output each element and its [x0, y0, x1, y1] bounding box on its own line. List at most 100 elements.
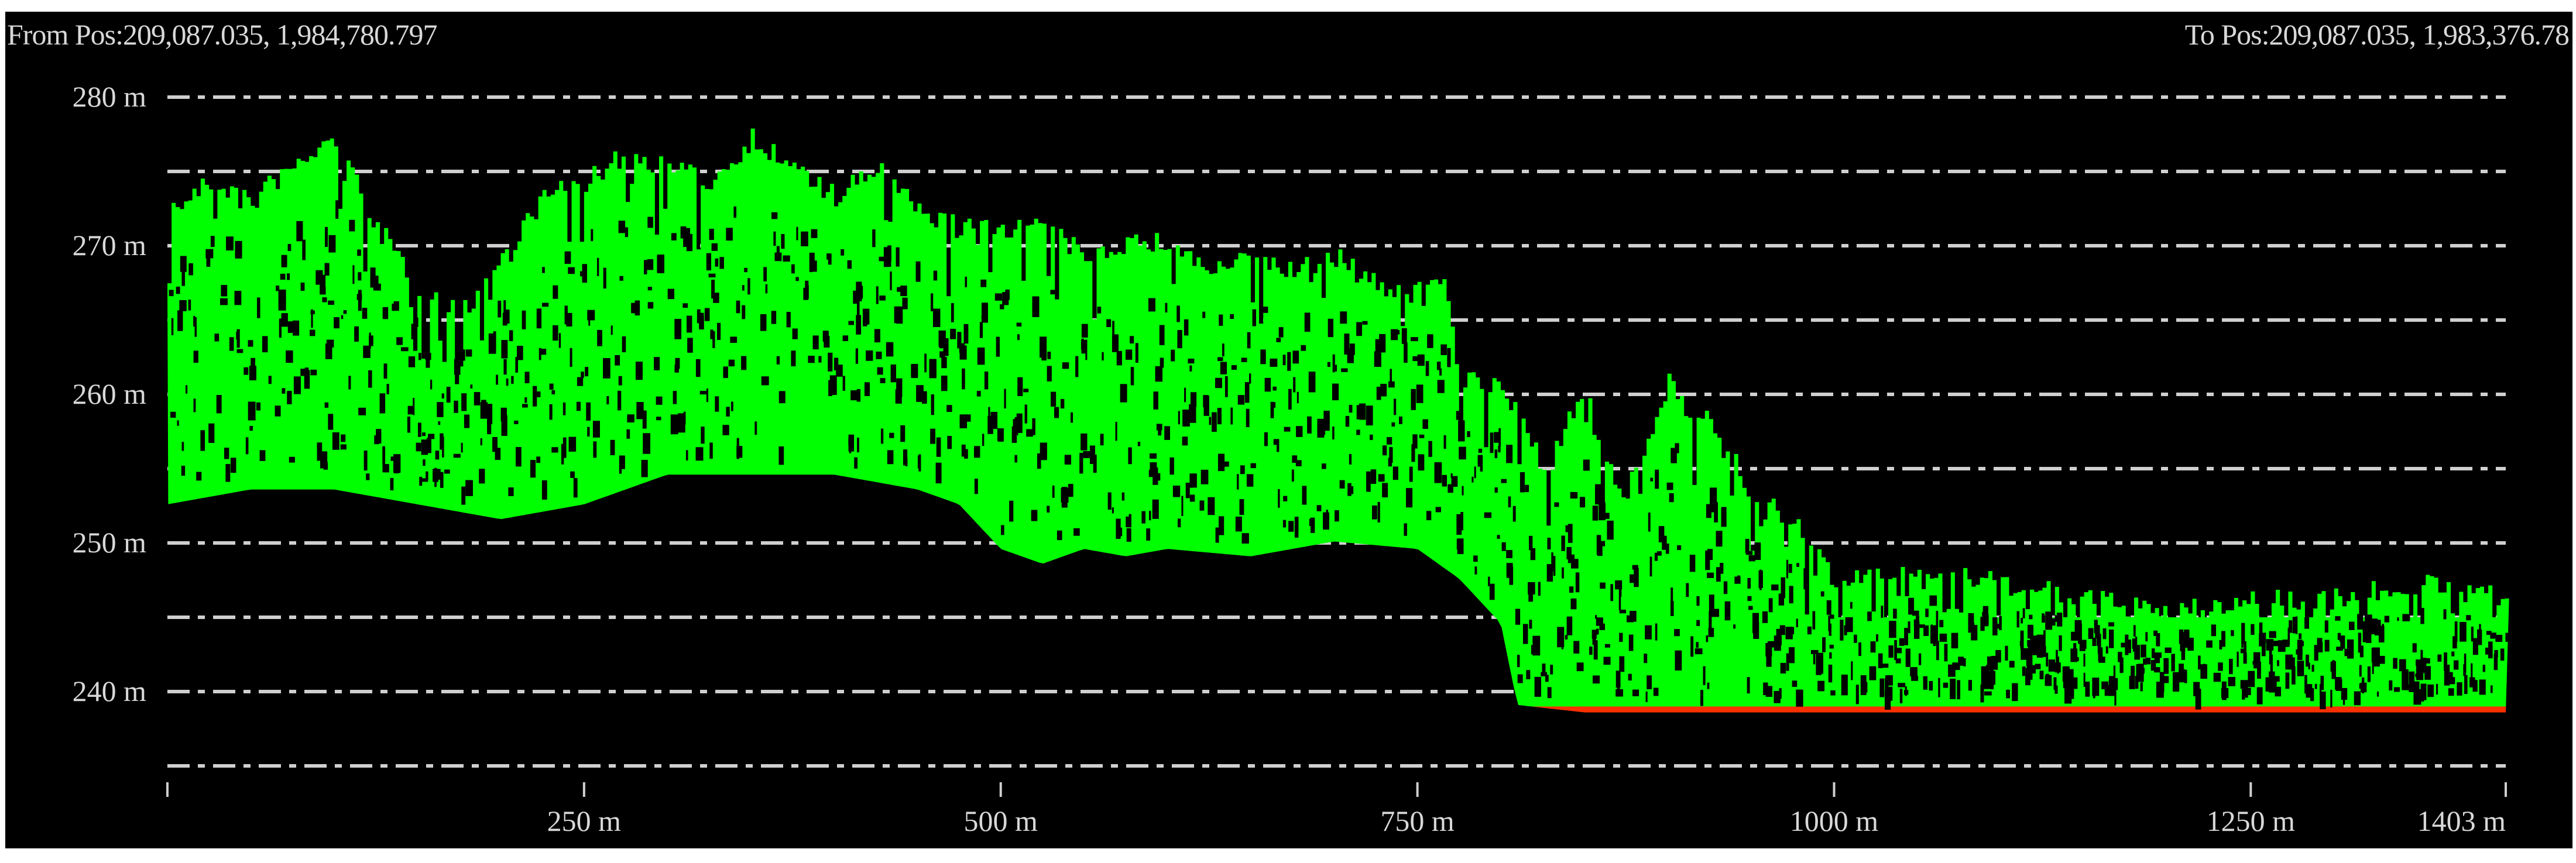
point-gap — [1051, 391, 1057, 407]
y-tick-label: 240 m — [73, 675, 147, 707]
point-gap — [2088, 628, 2094, 639]
point-gap — [2412, 643, 2417, 653]
point-gap — [1957, 680, 1961, 700]
point-gap — [1551, 552, 1553, 572]
point-gap — [1986, 665, 1988, 686]
point-gap — [1767, 641, 1775, 648]
point-gap — [1158, 427, 1162, 436]
point-gap — [1489, 583, 1495, 600]
profile-chart: 280 m 270 m 260 m 250 m 240 m 250 m 500 m 750 m… — [73, 80, 2512, 837]
point-gap — [243, 367, 249, 375]
point-gap — [1632, 689, 1639, 696]
point-gap — [1545, 675, 1549, 682]
point-gap — [2444, 652, 2447, 671]
point-gap — [1780, 662, 1786, 674]
point-gap — [1202, 311, 1206, 318]
point-gap — [2265, 677, 2271, 692]
point-gap — [549, 404, 553, 420]
point-gap — [1985, 683, 1991, 689]
point-gap — [1645, 625, 1652, 639]
point-gap — [2378, 625, 2385, 643]
point-gap — [2046, 652, 2049, 667]
point-gap — [1310, 517, 1315, 533]
point-gap — [2022, 608, 2025, 618]
point-gap — [2275, 686, 2282, 697]
point-gap — [256, 402, 261, 411]
point-gap — [1506, 445, 1513, 463]
point-gap — [220, 298, 228, 305]
point-gap — [699, 315, 704, 330]
point-gap — [1130, 367, 1134, 386]
point-gap — [924, 353, 927, 373]
point-gap — [1619, 610, 1626, 614]
point-gap — [1566, 616, 1573, 635]
point-gap — [2243, 652, 2247, 664]
point-gap — [1721, 507, 1727, 527]
point-gap — [847, 260, 852, 269]
point-gap — [900, 425, 905, 442]
point-gap — [302, 239, 306, 260]
point-gap — [1980, 617, 1985, 631]
point-gap — [1292, 455, 1298, 463]
point-gap — [2173, 672, 2180, 692]
point-gap — [479, 469, 485, 484]
point-gap — [2256, 687, 2263, 704]
point-gap — [1244, 382, 1250, 403]
point-gap — [358, 290, 362, 311]
point-gap — [551, 390, 555, 395]
point-gap — [2335, 679, 2342, 691]
point-gap — [1178, 411, 1180, 425]
point-gap — [1912, 610, 1919, 616]
point-gap — [396, 337, 403, 345]
point-gap — [1525, 484, 1529, 493]
point-gap — [1703, 666, 1706, 685]
point-gap — [1284, 427, 1291, 432]
point-gap — [1249, 373, 1251, 384]
point-gap — [328, 300, 335, 305]
point-gap — [1340, 311, 1347, 324]
point-gap — [2252, 661, 2255, 665]
point-gap — [1217, 357, 1223, 362]
point-gap — [722, 425, 729, 435]
point-gap — [2362, 621, 2369, 642]
point-gap — [470, 384, 473, 388]
point-gap — [1478, 448, 1483, 453]
point-gap — [262, 336, 268, 353]
point-gap — [328, 235, 336, 253]
point-gap — [322, 297, 327, 302]
point-gap — [1374, 351, 1381, 367]
point-gap — [1172, 485, 1181, 497]
point-gap — [1128, 447, 1132, 465]
point-gap — [1427, 334, 1433, 348]
point-gap — [591, 229, 594, 242]
point-gap — [2436, 683, 2438, 695]
point-gap — [1812, 611, 1816, 630]
point-gap — [1602, 513, 1610, 519]
y-tick-label: 270 m — [73, 229, 147, 262]
point-gap — [1894, 639, 1897, 661]
point-gap — [248, 340, 253, 347]
point-gap — [1786, 653, 1789, 671]
point-gap — [1436, 362, 1441, 370]
point-gap — [1323, 410, 1330, 431]
point-gap — [1083, 451, 1091, 458]
point-gap — [268, 376, 272, 384]
point-gap — [2306, 654, 2309, 667]
point-gap — [1828, 664, 1833, 683]
point-gap — [809, 252, 813, 273]
point-gap — [1534, 676, 1541, 697]
point-gap — [530, 460, 536, 478]
point-gap — [586, 402, 591, 421]
point-gap — [1829, 644, 1834, 649]
point-gap — [2240, 648, 2245, 654]
point-gap — [2184, 669, 2187, 683]
point-gap — [392, 303, 395, 311]
point-gap — [715, 396, 719, 412]
point-gap — [296, 221, 303, 242]
point-gap — [1542, 663, 1546, 674]
point-gap — [1347, 483, 1352, 496]
point-gap — [1855, 685, 1859, 704]
point-gap — [1650, 477, 1654, 482]
point-gap — [1796, 563, 1799, 567]
point-gap — [1148, 510, 1151, 521]
